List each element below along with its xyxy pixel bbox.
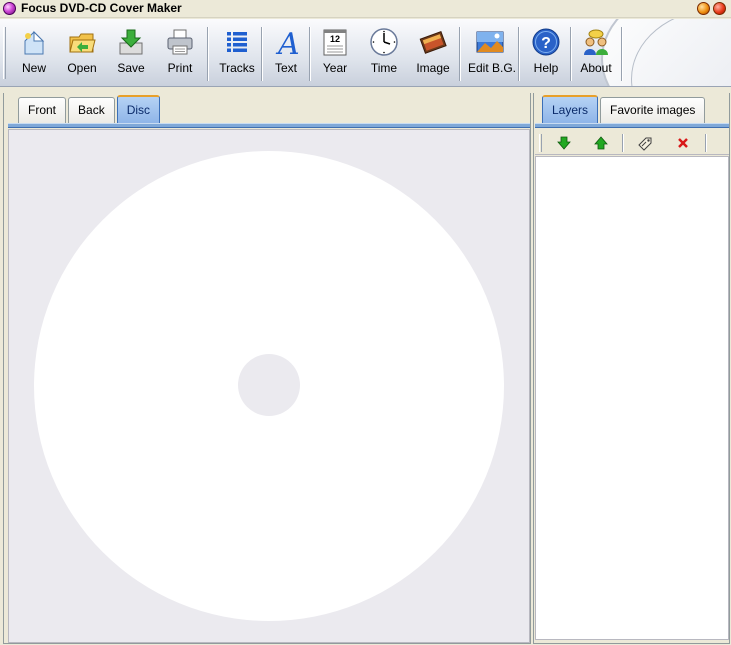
svg-text:A: A bbox=[275, 27, 300, 57]
edit-layer-button[interactable] bbox=[634, 133, 656, 153]
close-button[interactable] bbox=[713, 2, 726, 15]
about-button-label: About bbox=[580, 61, 612, 75]
help-icon: ? bbox=[532, 28, 560, 56]
text-button-label: Text bbox=[274, 61, 297, 75]
layer-toolbar-separator bbox=[705, 134, 707, 152]
tracks-button-label: Tracks bbox=[219, 61, 255, 75]
tracks-list-icon bbox=[227, 32, 247, 52]
layers-panel: Layers Favorite images bbox=[533, 93, 730, 644]
new-document-icon bbox=[24, 30, 45, 55]
layer-toolbar-separator bbox=[622, 134, 624, 152]
tab-disc[interactable]: Disc bbox=[116, 95, 161, 123]
tab-favorite-images[interactable]: Favorite images bbox=[600, 97, 706, 123]
disc-center-hole bbox=[238, 354, 300, 416]
image-button[interactable]: Image bbox=[415, 27, 451, 83]
move-layer-down-button[interactable] bbox=[553, 133, 575, 153]
cover-tabs: Front Back Disc bbox=[18, 95, 161, 123]
edit-tag-icon bbox=[638, 137, 652, 151]
calendar-icon: 12 bbox=[323, 29, 347, 56]
toolbar-separator bbox=[518, 27, 520, 81]
open-button[interactable]: Open bbox=[65, 27, 99, 83]
printer-icon bbox=[167, 29, 193, 55]
disc-label-area[interactable] bbox=[34, 151, 504, 621]
svg-text:?: ? bbox=[541, 35, 551, 52]
layer-toolbar bbox=[535, 131, 729, 155]
year-button[interactable]: 12 Year bbox=[318, 27, 352, 83]
new-button-label: New bbox=[21, 61, 46, 75]
tab-layers[interactable]: Layers bbox=[542, 95, 599, 123]
toolbar-separator bbox=[261, 27, 263, 81]
calendar-day: 12 bbox=[330, 34, 340, 44]
text-icon: A bbox=[275, 27, 300, 57]
arrow-up-icon bbox=[594, 136, 608, 150]
help-button-label: Help bbox=[533, 61, 559, 75]
time-button[interactable]: Time bbox=[367, 27, 401, 83]
layers-header-bar bbox=[535, 123, 729, 128]
about-button[interactable]: About bbox=[579, 27, 613, 83]
layer-list[interactable] bbox=[535, 156, 729, 640]
main-toolbar: New Open Save Print Tracks A Text 12 Yea… bbox=[0, 19, 731, 87]
save-button-label: Save bbox=[117, 61, 145, 75]
toolbar-grip[interactable] bbox=[3, 27, 6, 79]
arrow-down-icon bbox=[557, 136, 571, 150]
open-folder-icon bbox=[69, 33, 96, 53]
edit-background-button[interactable]: Edit B.G. bbox=[468, 27, 517, 83]
tab-back[interactable]: Back bbox=[68, 97, 115, 123]
open-button-label: Open bbox=[67, 61, 97, 75]
delete-layer-button[interactable] bbox=[672, 133, 694, 153]
help-button[interactable]: ? Help bbox=[529, 27, 563, 83]
about-icon bbox=[584, 29, 608, 55]
edit-background-button-label: Edit B.G. bbox=[468, 61, 517, 75]
toolbar-separator bbox=[207, 27, 209, 81]
tab-front[interactable]: Front bbox=[18, 97, 67, 123]
toolbar-separator bbox=[621, 27, 623, 81]
side-tabs: Layers Favorite images bbox=[542, 95, 706, 123]
delete-icon bbox=[678, 138, 688, 148]
image-icon bbox=[419, 31, 447, 54]
background-icon bbox=[476, 31, 504, 53]
new-button[interactable]: New bbox=[17, 27, 51, 83]
design-canvas[interactable] bbox=[8, 129, 530, 643]
toolbar-separator bbox=[459, 27, 461, 81]
save-icon bbox=[119, 29, 143, 55]
window-title: Focus DVD-CD Cover Maker bbox=[21, 1, 182, 15]
toolbar-separator bbox=[570, 27, 572, 81]
move-layer-up-button[interactable] bbox=[590, 133, 612, 153]
text-button[interactable]: A Text bbox=[270, 27, 302, 83]
minimize-button[interactable] bbox=[697, 2, 710, 15]
print-button[interactable]: Print bbox=[163, 27, 197, 83]
image-button-label: Image bbox=[416, 61, 450, 75]
save-button[interactable]: Save bbox=[114, 27, 148, 83]
editor-header-bar bbox=[8, 123, 530, 128]
toolbar-separator bbox=[309, 27, 311, 81]
time-button-label: Time bbox=[370, 61, 398, 75]
cover-editor-panel: Front Back Disc bbox=[3, 93, 531, 644]
year-button-label: Year bbox=[322, 61, 348, 75]
layer-toolbar-grip[interactable] bbox=[539, 134, 542, 152]
title-bar: Focus DVD-CD Cover Maker bbox=[0, 0, 731, 18]
app-disc-icon[interactable] bbox=[3, 2, 16, 15]
tracks-button[interactable]: Tracks bbox=[218, 27, 256, 83]
print-button-label: Print bbox=[167, 61, 193, 75]
clock-icon bbox=[370, 28, 398, 56]
